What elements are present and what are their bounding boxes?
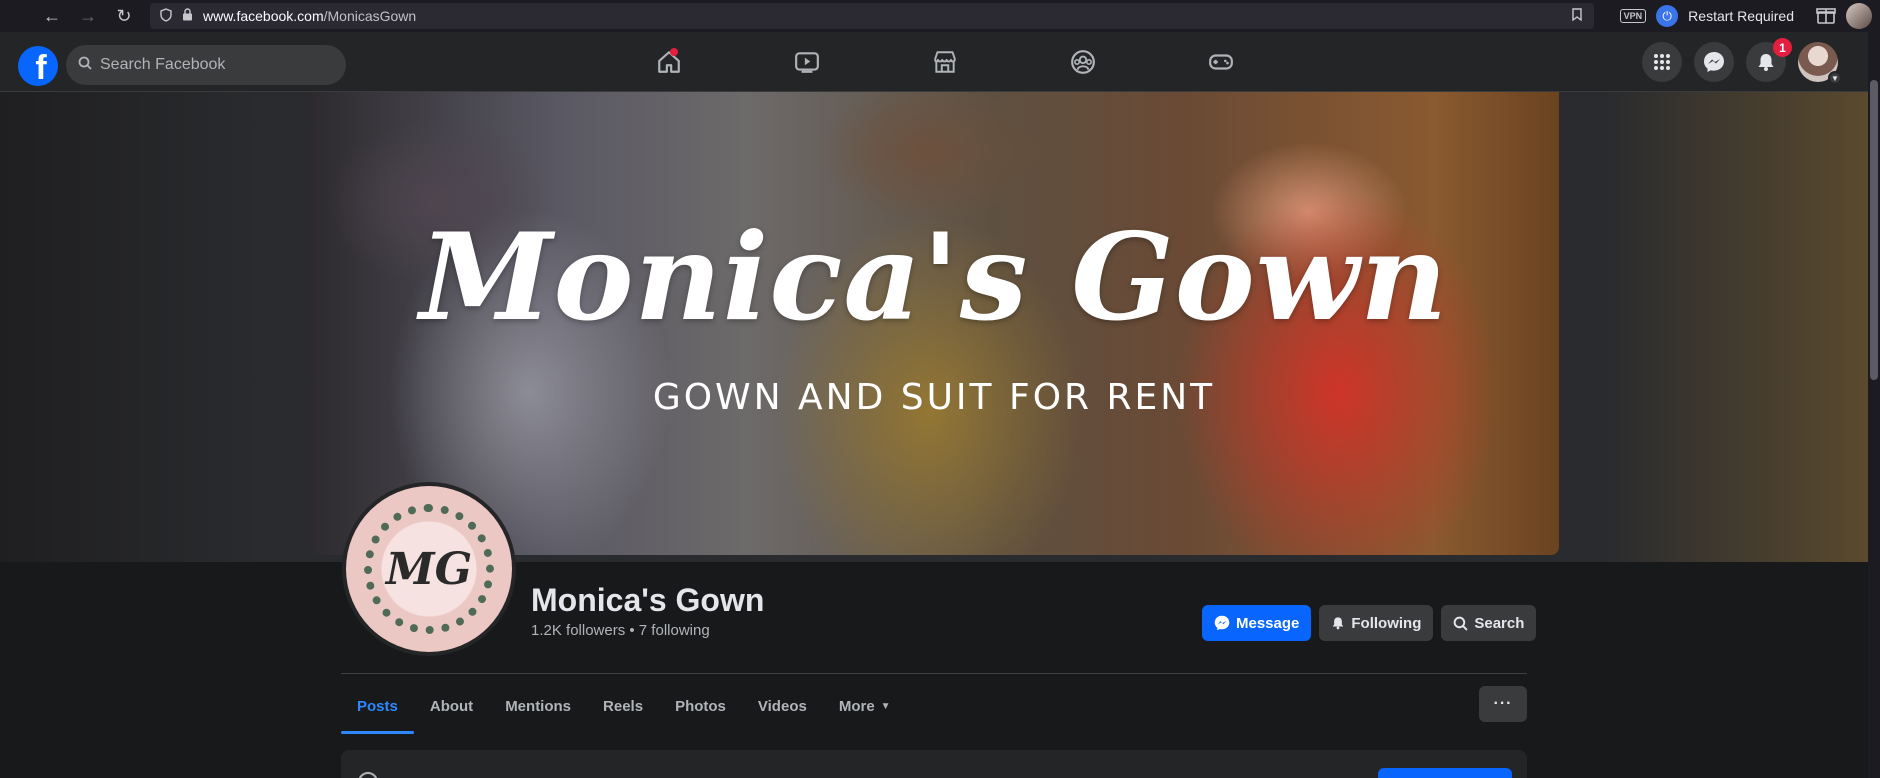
following-button[interactable]: Following	[1319, 605, 1434, 641]
facebook-logo[interactable]: f	[18, 46, 58, 86]
messenger-button[interactable]	[1694, 42, 1734, 82]
url-path: /MonicasGown	[323, 8, 417, 24]
shield-icon[interactable]	[160, 7, 172, 25]
cover-photo[interactable]: Monica's Gown GOWN AND SUIT FOR RENT	[309, 92, 1559, 555]
gift-icon[interactable]	[1816, 5, 1836, 28]
grid-icon	[1654, 54, 1670, 70]
page-scrollbar[interactable]	[1868, 32, 1880, 778]
tab-reels[interactable]: Reels	[587, 678, 659, 734]
following-label: Following	[1351, 614, 1422, 632]
gaming-icon	[1209, 54, 1233, 70]
card-action-button[interactable]	[1378, 768, 1512, 778]
vpn-badge[interactable]: VPN	[1619, 9, 1647, 23]
browser-profile-avatar[interactable]	[1846, 3, 1872, 29]
more-options-button[interactable]: ···	[1479, 686, 1527, 722]
tab-posts[interactable]: Posts	[341, 678, 414, 734]
search-icon	[1454, 616, 1468, 631]
wreath-decoration: MG	[364, 504, 494, 634]
tab-about[interactable]: About	[414, 678, 489, 734]
search-placeholder: Search Facebook	[100, 56, 226, 73]
nav-marketplace[interactable]	[876, 32, 1014, 92]
chevron-down-icon: ▼	[1828, 71, 1842, 85]
reload-icon[interactable]: ↻	[106, 0, 142, 32]
nav-gaming[interactable]	[1152, 32, 1290, 92]
cover-subtitle: GOWN AND SUIT FOR RENT	[652, 377, 1216, 418]
header-right-controls: 1 ▼	[1642, 38, 1842, 85]
tab-photos[interactable]: Photos	[659, 678, 742, 734]
search-icon	[78, 56, 92, 74]
monogram-logo: MG	[346, 486, 512, 652]
back-icon[interactable]: ←	[34, 0, 70, 32]
browser-toolbar: ← → ↻ www.facebook.com/MonicasGown VPN ⏻…	[0, 0, 1880, 32]
page-search-button[interactable]: Search	[1441, 605, 1537, 641]
nav-home[interactable]	[600, 32, 738, 92]
home-notification-dot	[670, 48, 678, 56]
groups-icon	[1071, 50, 1095, 74]
search-input[interactable]: Search Facebook	[66, 45, 346, 85]
page-tabs: Posts About Mentions Reels Photos Videos…	[341, 678, 907, 734]
home-icon	[658, 51, 680, 73]
bell-icon	[1758, 54, 1774, 71]
message-button[interactable]: Message	[1202, 605, 1312, 641]
messenger-icon	[1214, 615, 1230, 631]
main-navigation	[600, 32, 1290, 92]
search-label: Search	[1474, 614, 1525, 632]
account-avatar-button[interactable]: ▼	[1798, 42, 1842, 85]
nav-video[interactable]	[738, 32, 876, 92]
page-profile-picture[interactable]: MG	[342, 482, 516, 656]
video-icon	[795, 52, 819, 73]
follower-stats[interactable]: 1.2K followers • 7 following	[531, 622, 710, 639]
scrollbar-thumb[interactable]	[1870, 80, 1878, 380]
tab-videos[interactable]: Videos	[742, 678, 823, 734]
power-icon[interactable]: ⏻	[1656, 5, 1679, 27]
facebook-header: f Search Facebook 1 ▼	[0, 32, 1868, 92]
notifications-button[interactable]: 1	[1746, 38, 1792, 82]
post-composer-card	[341, 750, 1527, 778]
notification-count-badge: 1	[1773, 38, 1792, 57]
message-label: Message	[1236, 614, 1300, 632]
page-action-buttons: Message Following Search	[1202, 605, 1537, 641]
messenger-icon	[1704, 52, 1724, 72]
section-divider	[341, 673, 1527, 674]
monogram-text: MG	[385, 543, 473, 595]
url-domain: www.facebook.com	[203, 8, 324, 24]
bookmark-icon[interactable]	[1572, 8, 1582, 24]
page-title: Monica's Gown	[531, 582, 765, 618]
restart-required-label[interactable]: Restart Required	[1688, 8, 1794, 24]
cover-title: Monica's Gown	[419, 207, 1449, 348]
browser-right-controls: VPN ⏻ Restart Required	[1619, 0, 1880, 32]
marketplace-icon	[934, 51, 956, 73]
address-bar[interactable]: www.facebook.com/MonicasGown	[150, 3, 1594, 29]
bell-icon	[1333, 617, 1344, 630]
lock-icon[interactable]	[182, 8, 193, 24]
caret-down-icon: ▼	[880, 700, 891, 712]
tab-more[interactable]: More ▼	[823, 678, 907, 734]
nav-groups[interactable]	[1014, 32, 1152, 92]
forward-icon[interactable]: →	[70, 0, 106, 32]
tab-mentions[interactable]: Mentions	[489, 678, 587, 734]
menu-grid-button[interactable]	[1642, 42, 1682, 82]
